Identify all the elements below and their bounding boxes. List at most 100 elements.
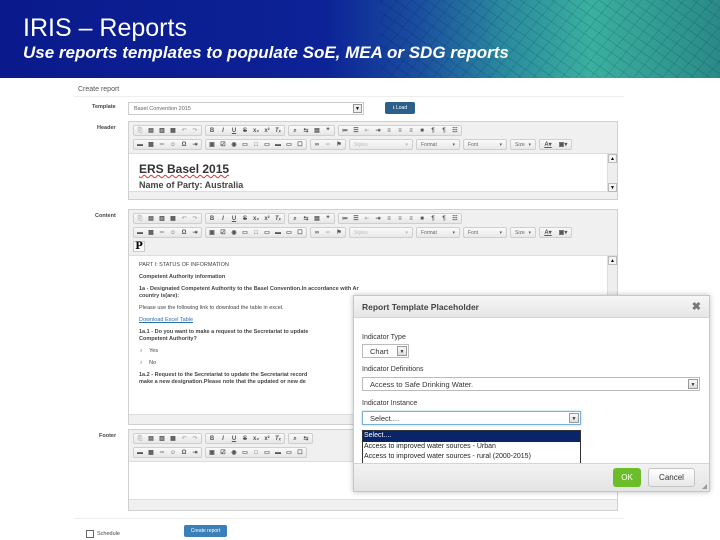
align-right-icon[interactable]: ≡ — [407, 215, 415, 223]
rtl-icon[interactable]: ¶ — [440, 215, 448, 223]
header-edit-area[interactable]: ERS Basel 2015 Name of Party: Australia … — [129, 153, 617, 192]
select-all-icon[interactable]: ▤ — [313, 127, 321, 135]
paste-text-icon[interactable]: ▥ — [158, 435, 166, 443]
superscript-icon[interactable]: x² — [263, 435, 271, 443]
italic-icon[interactable]: I — [219, 215, 227, 223]
superscript-icon[interactable]: x² — [263, 127, 271, 135]
smiley-icon[interactable]: ☺ — [169, 229, 177, 237]
unlink-icon[interactable]: ∞ — [324, 141, 332, 149]
textfield-icon[interactable]: ▭ — [241, 449, 249, 457]
format-combo[interactable]: Format ▾ — [416, 139, 460, 150]
image-button-icon[interactable]: ▭ — [285, 229, 293, 237]
dropdown-option[interactable]: Access to improved water sources - Urban — [363, 442, 580, 453]
table-icon[interactable]: ▦ — [147, 449, 155, 457]
textarea-icon[interactable]: □ — [252, 229, 260, 237]
numbered-list-icon[interactable]: ≔ — [341, 215, 349, 223]
smiley-icon[interactable]: ☺ — [169, 449, 177, 457]
format-combo[interactable]: Format ▾ — [416, 227, 460, 238]
dropdown-option[interactable]: Select.... — [363, 431, 580, 442]
hidden-field-icon[interactable]: ☐ — [296, 229, 304, 237]
radio-icon[interactable]: ♁ — [139, 360, 143, 367]
italic-icon[interactable]: I — [219, 435, 227, 443]
ok-button[interactable]: OK — [613, 468, 641, 487]
dropdown-option[interactable]: Access to improved water sources - rural… — [363, 452, 580, 463]
size-combo[interactable]: Size ▾ — [510, 139, 536, 150]
radio-icon[interactable]: ◉ — [230, 141, 238, 149]
page-break-icon[interactable]: ⇥ — [191, 141, 199, 149]
page-break-icon[interactable]: ⇥ — [191, 449, 199, 457]
ltr-icon[interactable]: ¶ — [429, 215, 437, 223]
indent-icon[interactable]: ⇥ — [374, 215, 382, 223]
underline-icon[interactable]: U — [230, 435, 238, 443]
create-report-button[interactable]: Create report — [184, 525, 227, 537]
language-icon[interactable]: ☷ — [451, 215, 459, 223]
chevron-down-icon[interactable]: ▼ — [569, 413, 579, 423]
checkbox-icon[interactable]: ☑ — [219, 141, 227, 149]
redo-icon[interactable]: ↷ — [191, 435, 199, 443]
image-button-icon[interactable]: ▭ — [285, 141, 293, 149]
link-icon[interactable]: ∞ — [313, 229, 321, 237]
bold-icon[interactable]: B — [208, 435, 216, 443]
special-char-icon[interactable]: Ω — [180, 141, 188, 149]
spellcheck-icon[interactable]: ꟸ — [324, 215, 332, 223]
button-icon[interactable]: ▬ — [274, 449, 282, 457]
subscript-icon[interactable]: x₂ — [252, 215, 260, 223]
copy-icon[interactable]: ⎘ — [136, 435, 144, 443]
placeholder-button[interactable]: P — [133, 241, 145, 252]
load-button[interactable]: ⭳ Load — [385, 102, 415, 114]
table-icon[interactable]: ▦ — [147, 229, 155, 237]
indicator-type-select[interactable]: Chart ▼ — [362, 344, 409, 358]
paste-text-icon[interactable]: ▥ — [158, 215, 166, 223]
header-scrollbar[interactable]: ▲ ▼ — [607, 154, 617, 192]
anchor-icon[interactable]: ⚑ — [335, 229, 343, 237]
spellcheck-icon[interactable]: ꟸ — [324, 127, 332, 135]
hidden-field-icon[interactable]: ☐ — [296, 449, 304, 457]
form-icon[interactable]: ▣ — [208, 141, 216, 149]
subscript-icon[interactable]: x₂ — [252, 435, 260, 443]
bulleted-list-icon[interactable]: ☰ — [352, 215, 360, 223]
justify-icon[interactable]: ■ — [418, 215, 426, 223]
button-icon[interactable]: ▬ — [274, 229, 282, 237]
hidden-field-icon[interactable]: ☐ — [296, 141, 304, 149]
template-select[interactable]: Basel Convention 2015 ▼ — [128, 102, 364, 115]
strikethrough-icon[interactable]: S — [241, 127, 249, 135]
replace-icon[interactable]: ⇆ — [302, 127, 310, 135]
find-icon[interactable]: ⌕ — [291, 127, 299, 135]
underline-icon[interactable]: U — [230, 215, 238, 223]
paste-text-icon[interactable]: ▥ — [158, 127, 166, 135]
paste-word-icon[interactable]: ▦ — [169, 435, 177, 443]
scroll-up-icon[interactable]: ▲ — [608, 154, 617, 163]
checkbox-icon[interactable]: ☑ — [219, 229, 227, 237]
chevron-down-icon[interactable]: ▼ — [353, 104, 362, 113]
subscript-icon[interactable]: x₂ — [252, 127, 260, 135]
checkbox-icon[interactable] — [86, 530, 94, 538]
undo-icon[interactable]: ↶ — [180, 215, 188, 223]
italic-icon[interactable]: I — [219, 127, 227, 135]
select-all-icon[interactable]: ▤ — [313, 215, 321, 223]
select-icon[interactable]: ▭ — [263, 141, 271, 149]
find-icon[interactable]: ⌕ — [291, 215, 299, 223]
radio-icon[interactable]: ♁ — [139, 348, 143, 355]
anchor-icon[interactable]: ⚑ — [335, 141, 343, 149]
align-left-icon[interactable]: ≡ — [385, 127, 393, 135]
unlink-icon[interactable]: ∞ — [324, 229, 332, 237]
bg-color-icon[interactable]: ▣▾ — [557, 141, 569, 149]
chevron-down-icon[interactable]: ▼ — [397, 346, 407, 356]
link-icon[interactable]: ∞ — [313, 141, 321, 149]
paste-word-icon[interactable]: ▦ — [169, 215, 177, 223]
image-icon[interactable]: ▬ — [136, 449, 144, 457]
rtl-icon[interactable]: ¶ — [440, 127, 448, 135]
styles-combo[interactable]: Styles ▾ — [349, 227, 413, 238]
paste-word-icon[interactable]: ▦ — [169, 127, 177, 135]
justify-icon[interactable]: ■ — [418, 127, 426, 135]
align-center-icon[interactable]: ≡ — [396, 127, 404, 135]
indent-icon[interactable]: ⇥ — [374, 127, 382, 135]
text-color-icon[interactable]: A▾ — [542, 141, 554, 149]
horizontal-line-icon[interactable]: ═ — [158, 229, 166, 237]
form-icon[interactable]: ▣ — [208, 229, 216, 237]
text-color-icon[interactable]: A▾ — [542, 229, 554, 237]
remove-format-icon[interactable]: Tₓ — [274, 127, 282, 135]
styles-combo[interactable]: Styles ▾ — [349, 139, 413, 150]
outdent-icon[interactable]: ⇤ — [363, 127, 371, 135]
page-break-icon[interactable]: ⇥ — [191, 229, 199, 237]
